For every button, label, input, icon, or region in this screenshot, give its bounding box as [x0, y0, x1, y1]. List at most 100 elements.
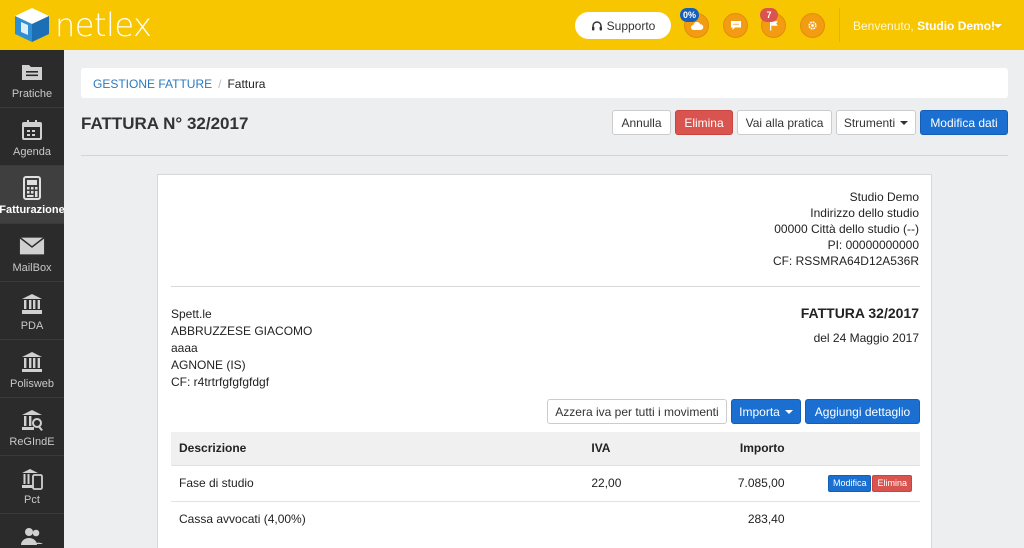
notifications-button[interactable]: 7: [760, 8, 786, 38]
invoice-details-table: Descrizione IVA Importo Fase di studio 2…: [171, 432, 920, 537]
app-logo[interactable]: netlex: [12, 6, 152, 44]
aggiungi-dettaglio-button[interactable]: Aggiungi dettaglio: [805, 399, 920, 424]
flag-badge: 7: [760, 8, 778, 22]
building-search-icon: [19, 408, 45, 432]
sidebar-item-fatturazione[interactable]: Fatturazione: [0, 166, 65, 224]
strumenti-dropdown[interactable]: Strumenti: [836, 110, 916, 135]
sidebar-item-pct[interactable]: Pct: [0, 456, 64, 514]
azzera-iva-label: Azzera iva per tutti i movimenti: [555, 404, 719, 419]
headset-icon: [591, 20, 602, 30]
cell-descrizione: Cassa avvocati (4,00%): [171, 500, 584, 537]
column-header-iva: IVA: [583, 432, 694, 465]
sidebar-item-label: Fatturazione: [0, 204, 65, 216]
sidebar-item-label: Polisweb: [9, 378, 55, 390]
client-line2: aaaa: [171, 341, 198, 355]
row-modifica-button[interactable]: Modifica: [827, 474, 872, 492]
aggiungi-dettaglio-label: Aggiungi dettaglio: [814, 404, 911, 419]
table-row: Cassa avvocati (4,00%) 283,40: [171, 500, 920, 537]
client-info: Spett.le ABBRUZZESE GIACOMO aaaa AGNONE …: [171, 306, 312, 391]
divider: [81, 155, 1008, 156]
support-button[interactable]: Supporto: [575, 12, 671, 39]
folder-icon: [19, 60, 45, 84]
cell-actions: Modifica Elimina: [792, 464, 920, 501]
vai-alla-pratica-button[interactable]: Vai alla pratica: [737, 110, 832, 135]
modifica-dati-label: Modifica dati: [930, 115, 998, 130]
cell-importo: 7.085,00: [693, 464, 793, 501]
sidebar-item-regindie[interactable]: ReGIndE: [0, 398, 64, 456]
annulla-button[interactable]: Annulla: [612, 110, 671, 135]
messages-button[interactable]: [723, 13, 748, 38]
sidebar-item-label: Agenda: [13, 146, 51, 158]
table-row: Fase di studio 22,00 7.085,00 Modifica El…: [171, 464, 920, 501]
sidebar: Pratiche Agenda Fatturazione MailBox PDA…: [0, 50, 65, 548]
cloud-icon: [690, 21, 703, 30]
importa-label: Importa: [739, 404, 780, 419]
calendar-icon: [19, 118, 45, 142]
azzera-iva-button[interactable]: Azzera iva per tutti i movimenti: [547, 399, 727, 424]
courthouse-icon: [19, 350, 45, 374]
cell-iva: 22,00: [583, 464, 694, 501]
document-divider: [171, 286, 920, 287]
logo-text: netlex: [55, 6, 152, 44]
sidebar-item-label: Pratiche: [11, 88, 53, 100]
sidebar-item-label: Pct: [24, 494, 40, 506]
studio-address: Indirizzo dello studio: [810, 206, 919, 220]
sidebar-item-label: PDA: [20, 320, 44, 332]
cloud-badge: 0%: [680, 8, 700, 22]
column-header-importo: Importo: [693, 432, 793, 465]
column-header-actions: [792, 432, 920, 465]
welcome-user: Studio Demo!: [917, 19, 996, 33]
elimina-label: Elimina: [684, 115, 724, 130]
vai-alla-pratica-label: Vai alla pratica: [745, 115, 824, 130]
courthouse-pda-icon: [19, 292, 45, 316]
users-icon: [19, 524, 45, 548]
calculator-icon: [19, 176, 45, 200]
sidebar-item-agenda[interactable]: Agenda: [0, 108, 64, 166]
table-header-row: Descrizione IVA Importo: [171, 432, 920, 465]
sidebar-item-mailbox[interactable]: MailBox: [0, 224, 64, 282]
cell-iva: [583, 500, 694, 537]
client-cf: CF: r4trtrfgfgfgfdgf: [171, 375, 270, 389]
user-menu-caret-icon[interactable]: [994, 24, 1002, 28]
envelope-icon: [19, 234, 45, 258]
caret-down-icon: [784, 409, 793, 414]
breadcrumb-current: Fattura: [227, 77, 266, 91]
cell-actions: [792, 500, 920, 537]
top-bar: netlex Supporto 0% 7 Benvenuto, Studio D…: [0, 0, 1024, 50]
sidebar-item-users[interactable]: [0, 514, 64, 548]
sidebar-item-label: ReGIndE: [9, 436, 55, 448]
support-label: Supporto: [606, 18, 656, 33]
studio-city: 00000 Città dello studio (--): [774, 222, 919, 236]
chat-icon: [730, 21, 741, 30]
sidebar-item-polisweb[interactable]: Polisweb: [0, 340, 64, 398]
invoice-title: FATTURA 32/2017: [800, 305, 919, 321]
gear-icon: [808, 21, 817, 30]
sidebar-item-pratiche[interactable]: Pratiche: [0, 50, 64, 108]
breadcrumb-link-gestione-fatture[interactable]: GESTIONE FATTURE: [93, 77, 212, 91]
cube-logo-icon: [15, 8, 49, 42]
studio-piva: PI: 00000000000: [827, 238, 919, 252]
page-title: FATTURA N° 32/2017: [81, 114, 249, 133]
importa-dropdown[interactable]: Importa: [731, 399, 801, 424]
cloud-upload-button[interactable]: 0%: [680, 8, 709, 38]
caret-down-icon: [900, 120, 909, 125]
sidebar-item-label: MailBox: [12, 262, 52, 274]
modifica-dati-button[interactable]: Modifica dati: [920, 110, 1008, 135]
studio-info: Studio Demo Indirizzo dello studio 00000…: [773, 189, 919, 269]
annulla-label: Annulla: [621, 115, 662, 130]
strumenti-label: Strumenti: [843, 115, 896, 130]
court-phone-icon: [19, 466, 45, 490]
client-name: ABBRUZZESE GIACOMO: [171, 324, 313, 338]
invoice-date: del 24 Maggio 2017: [813, 331, 919, 345]
invoice-document: Studio Demo Indirizzo dello studio 00000…: [157, 174, 932, 548]
client-greeting: Spett.le: [171, 307, 212, 321]
column-header-descrizione: Descrizione: [171, 432, 584, 465]
cell-importo: 283,40: [693, 500, 793, 537]
sidebar-item-pda[interactable]: PDA: [0, 282, 64, 340]
cell-descrizione: Fase di studio: [171, 464, 584, 501]
row-elimina-button[interactable]: Elimina: [872, 474, 912, 492]
user-menu[interactable]: Benvenuto, Studio Demo!: [853, 19, 995, 33]
settings-button[interactable]: [800, 13, 825, 38]
breadcrumb-separator: /: [218, 77, 222, 91]
elimina-button[interactable]: Elimina: [675, 110, 733, 135]
